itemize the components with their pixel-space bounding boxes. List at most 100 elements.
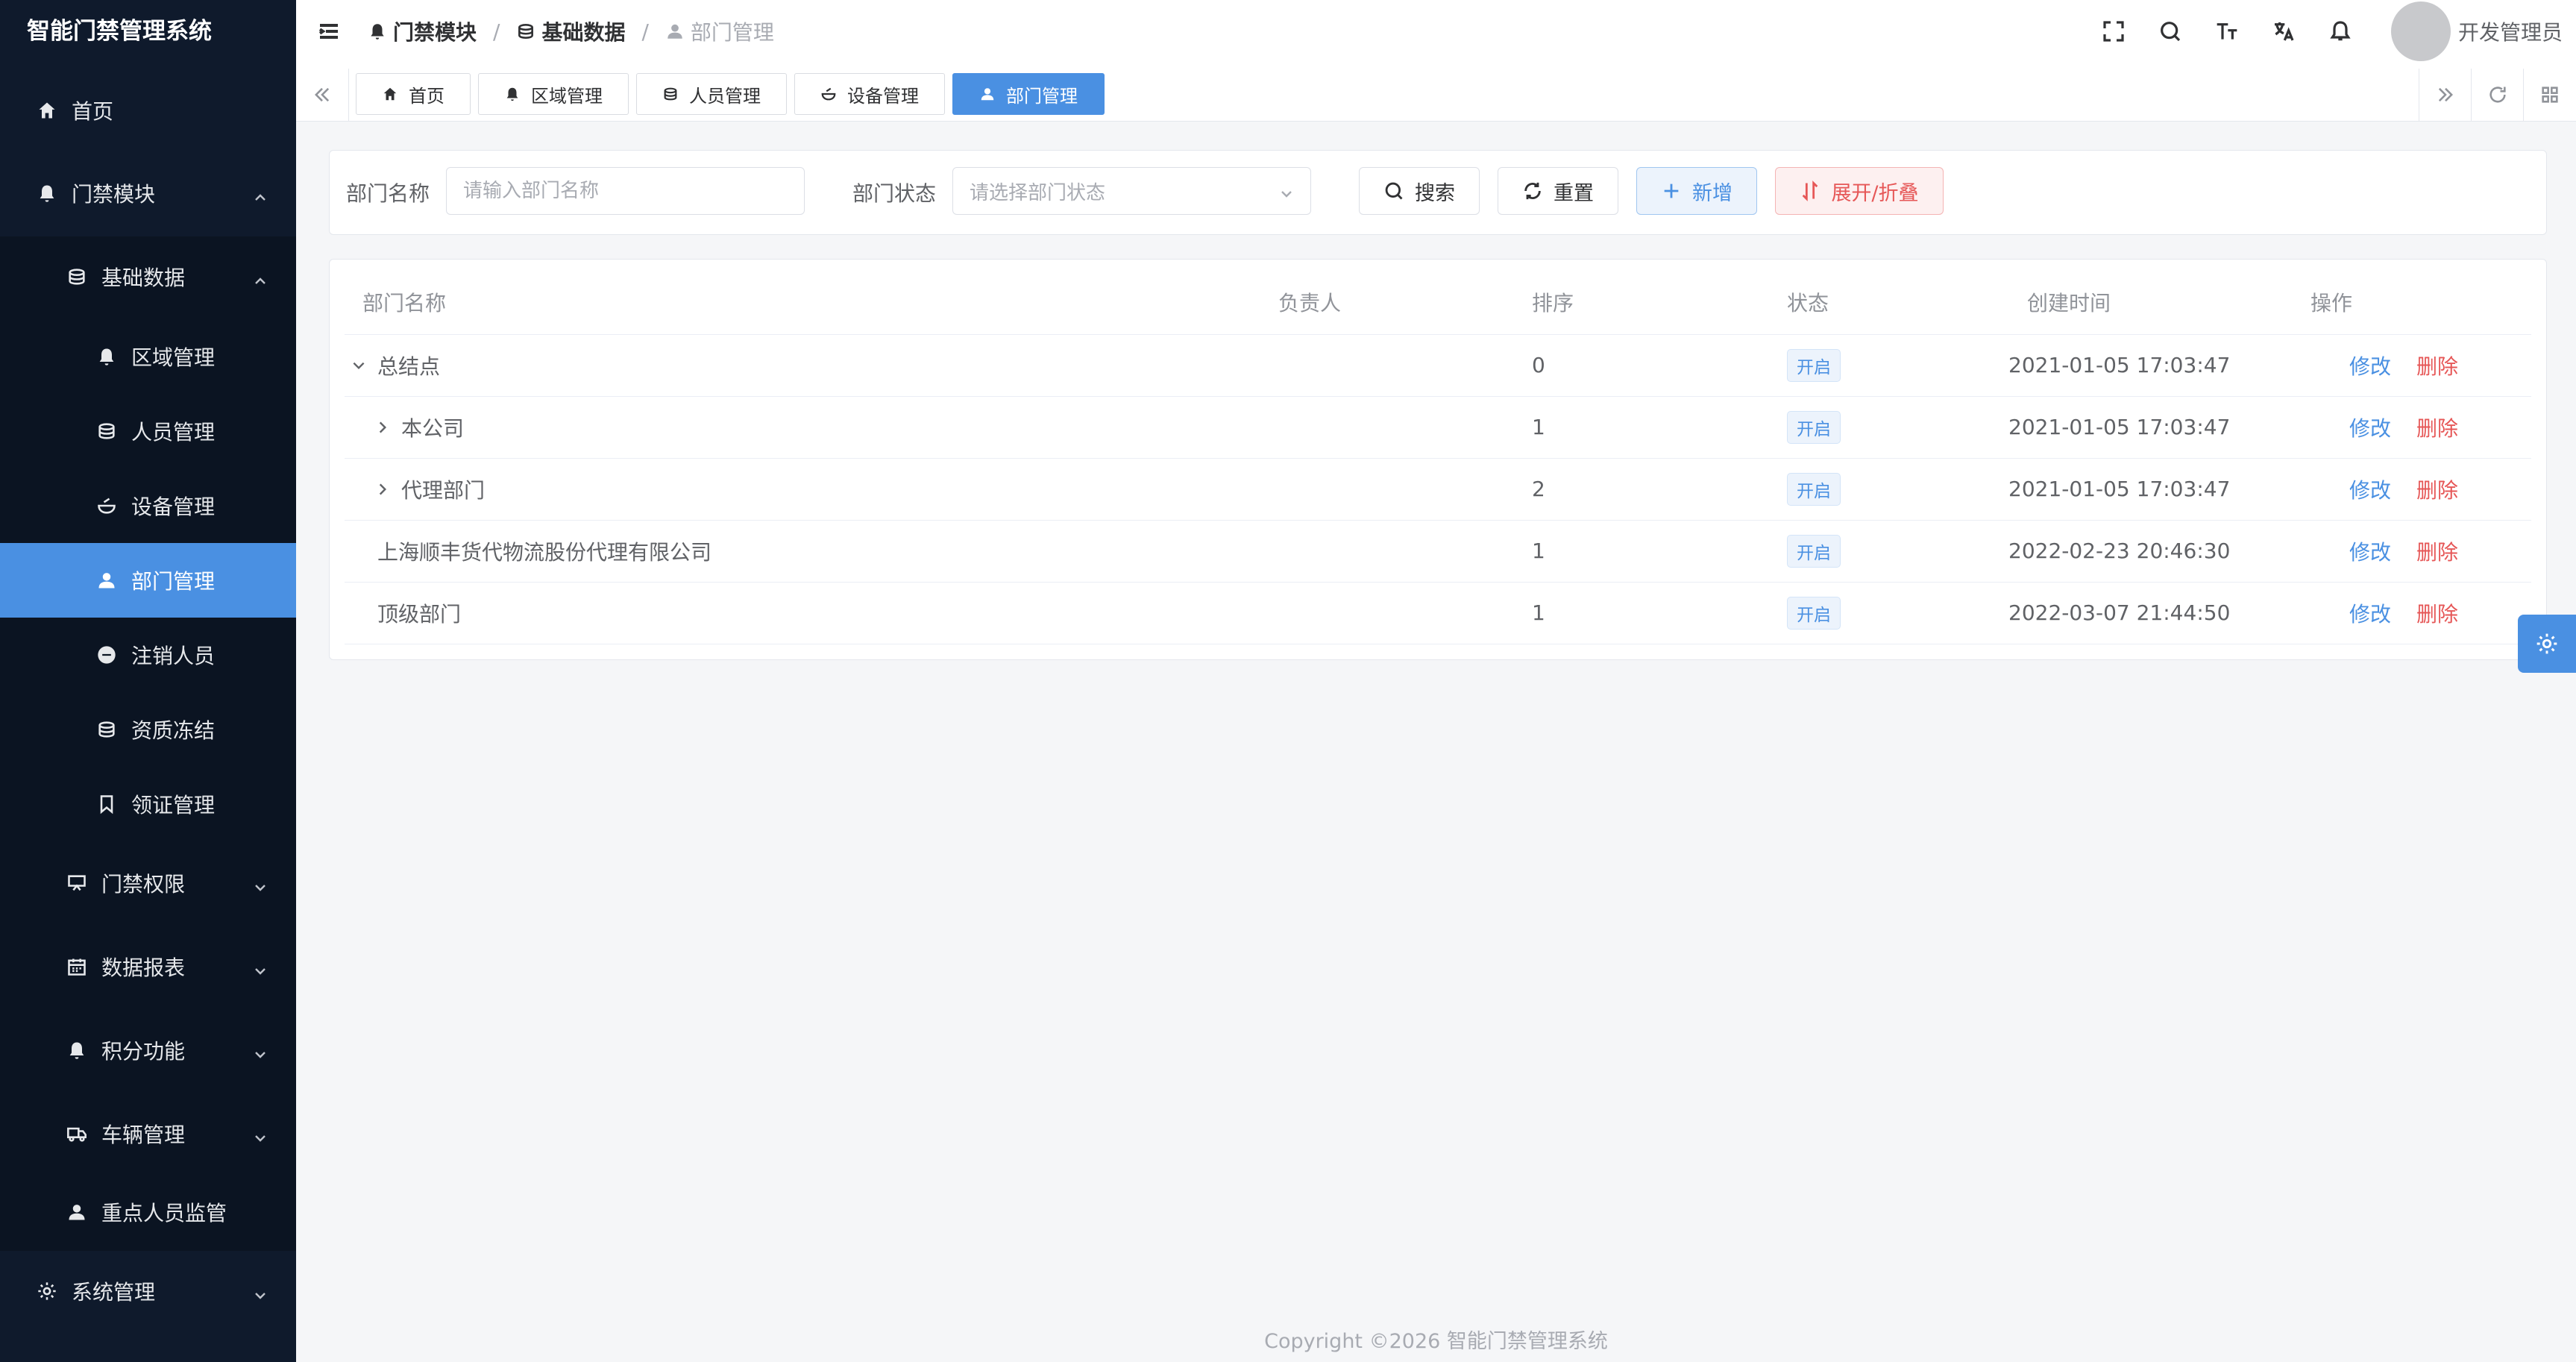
database-icon (95, 420, 118, 442)
sidebar-item-area-mgmt[interactable]: 区域管理 (0, 319, 296, 394)
edit-link[interactable]: 修改 (2349, 474, 2391, 504)
menu-toggle-icon[interactable] (317, 19, 347, 49)
dept-status-label: 部门状态 (852, 181, 937, 206)
minus-circle-icon (95, 644, 118, 666)
col-header-name: 部门名称 (362, 291, 447, 316)
status-badge: 开启 (1787, 410, 1841, 444)
sidebar-item-basic-data[interactable]: 基础数据 (0, 239, 296, 314)
chevron-down-icon (253, 1043, 268, 1058)
chevron-up-icon (253, 186, 268, 201)
sidebar-item-qual-freeze[interactable]: 资质冻结 (0, 692, 296, 767)
sidebar-item-label: 首页 (72, 99, 114, 124)
tab-label: 首页 (409, 85, 444, 107)
sidebar-item-access-perm[interactable]: 门禁权限 (0, 846, 296, 920)
breadcrumb-item[interactable]: 基础数据 (516, 16, 625, 46)
reset-button[interactable]: 重置 (1498, 167, 1618, 215)
refresh-icon (1524, 182, 1541, 200)
col-header-status: 状态 (1787, 291, 1829, 316)
order-cell: 2 (1532, 477, 1545, 501)
fullscreen-icon[interactable] (2100, 18, 2127, 45)
scroll-tabs-right-icon[interactable] (2419, 69, 2472, 121)
user-name[interactable]: 开发管理员 (2458, 16, 2563, 46)
search-button[interactable]: 搜索 (1359, 167, 1480, 215)
actions-cell: 修改 删除 (2349, 396, 2458, 458)
col-header-created: 创建时间 (2027, 291, 2111, 316)
sidebar-item-label: 数据报表 (101, 955, 186, 980)
sidebar-item-label: 系统管理 (72, 1280, 156, 1305)
sidebar-item-access-module[interactable]: 门禁模块 (0, 156, 296, 230)
sidebar-item-label: 基础数据 (101, 266, 186, 290)
tab-device-mgmt[interactable]: 设备管理 (794, 73, 945, 115)
settings-gear-icon[interactable] (2518, 615, 2576, 673)
tree-expand-icon[interactable] (374, 481, 391, 498)
plus-icon (1664, 183, 1679, 198)
bell-icon[interactable] (2327, 18, 2354, 45)
status-badge: 开启 (1787, 348, 1841, 382)
sidebar-item-label: 注销人员 (131, 644, 216, 668)
table-row: 顶级部门 1 开启 2022-03-07 21:44:50 修改 删除 (345, 582, 2531, 644)
sidebar-item-dept-mgmt[interactable]: 部门管理 (0, 543, 296, 618)
sidebar-item-key-person[interactable]: 重点人员监管 (0, 1175, 296, 1249)
chevron-down-icon (1279, 184, 1294, 199)
delete-link[interactable]: 删除 (2416, 474, 2458, 504)
sidebar-item-vehicle[interactable]: 车辆管理 (0, 1096, 296, 1171)
tab-dept-mgmt[interactable]: 部门管理 (952, 73, 1105, 115)
dept-name-cell: 上海顺丰货代物流股份代理有限公司 (377, 520, 711, 582)
sidebar-item-label: 车辆管理 (101, 1123, 186, 1147)
delete-link[interactable]: 删除 (2416, 598, 2458, 628)
font-size-icon[interactable] (2214, 18, 2240, 45)
edit-link[interactable]: 修改 (2349, 536, 2391, 566)
add-button[interactable]: 新增 (1636, 167, 1757, 215)
database-icon (518, 24, 534, 39)
edit-link[interactable]: 修改 (2349, 412, 2391, 442)
breadcrumb-separator: / (641, 19, 649, 44)
top-header: 门禁模块 / 基础数据 / 部门管理 开发管理员 (296, 0, 2576, 69)
table-row: 总结点 0 开启 2021-01-05 17:03:47 修改 删除 (345, 334, 2531, 397)
tree-expand-icon[interactable] (374, 419, 391, 436)
search-icon[interactable] (2157, 18, 2184, 45)
sidebar-item-system[interactable]: 系统管理 (0, 1254, 296, 1328)
refresh-icon[interactable] (2471, 69, 2524, 121)
bowl-icon (821, 87, 836, 101)
sort-icon (1803, 181, 1818, 201)
breadcrumb-item[interactable]: 门禁模块 (368, 16, 477, 46)
grid-icon[interactable] (2523, 69, 2576, 121)
dept-status-select[interactable]: 请选择部门状态 (952, 167, 1311, 215)
translate-icon[interactable] (2270, 18, 2297, 45)
database-icon (95, 718, 118, 741)
scroll-tabs-left-icon[interactable] (296, 69, 349, 121)
delete-link[interactable]: 删除 (2416, 351, 2458, 380)
sidebar-item-home[interactable]: 首页 (0, 73, 296, 148)
bell-icon (371, 24, 384, 40)
sidebar-item-data-report[interactable]: 数据报表 (0, 929, 296, 1004)
table-row: 本公司 1 开启 2021-01-05 17:03:47 修改 删除 (345, 396, 2531, 459)
user-icon (667, 24, 682, 39)
sidebar-item-person-mgmt[interactable]: 人员管理 (0, 394, 296, 468)
bell-icon (36, 182, 58, 204)
edit-link[interactable]: 修改 (2349, 351, 2391, 380)
actions-cell: 修改 删除 (2349, 458, 2458, 520)
expand-collapse-button[interactable]: 展开/折叠 (1775, 167, 1944, 215)
tab-area-mgmt[interactable]: 区域管理 (478, 73, 629, 115)
delete-link[interactable]: 删除 (2416, 536, 2458, 566)
bell-icon (66, 1039, 88, 1061)
button-label: 展开/折叠 (1831, 181, 1919, 205)
home-icon (36, 99, 58, 122)
sidebar-item-label: 门禁权限 (101, 872, 186, 897)
sidebar-item-device-mgmt[interactable]: 设备管理 (0, 468, 296, 543)
sidebar-item-points[interactable]: 积分功能 (0, 1013, 296, 1088)
dept-name-input[interactable] (446, 167, 805, 215)
avatar[interactable] (2390, 1, 2451, 61)
button-label: 新增 (1692, 181, 1732, 205)
breadcrumb: 门禁模块 / 基础数据 / 部门管理 (368, 0, 774, 63)
chevron-down-icon (253, 1284, 268, 1299)
delete-link[interactable]: 删除 (2416, 412, 2458, 442)
tree-collapse-icon[interactable] (351, 357, 367, 374)
sidebar-item-cert-mgmt[interactable]: 领证管理 (0, 767, 296, 841)
sidebar-item-cancel-person[interactable]: 注销人员 (0, 618, 296, 692)
tab-home[interactable]: 首页 (356, 73, 471, 115)
edit-link[interactable]: 修改 (2349, 598, 2391, 628)
dept-name-cell: 总结点 (351, 334, 440, 396)
tab-person-mgmt[interactable]: 人员管理 (636, 73, 787, 115)
database-icon (66, 266, 88, 288)
